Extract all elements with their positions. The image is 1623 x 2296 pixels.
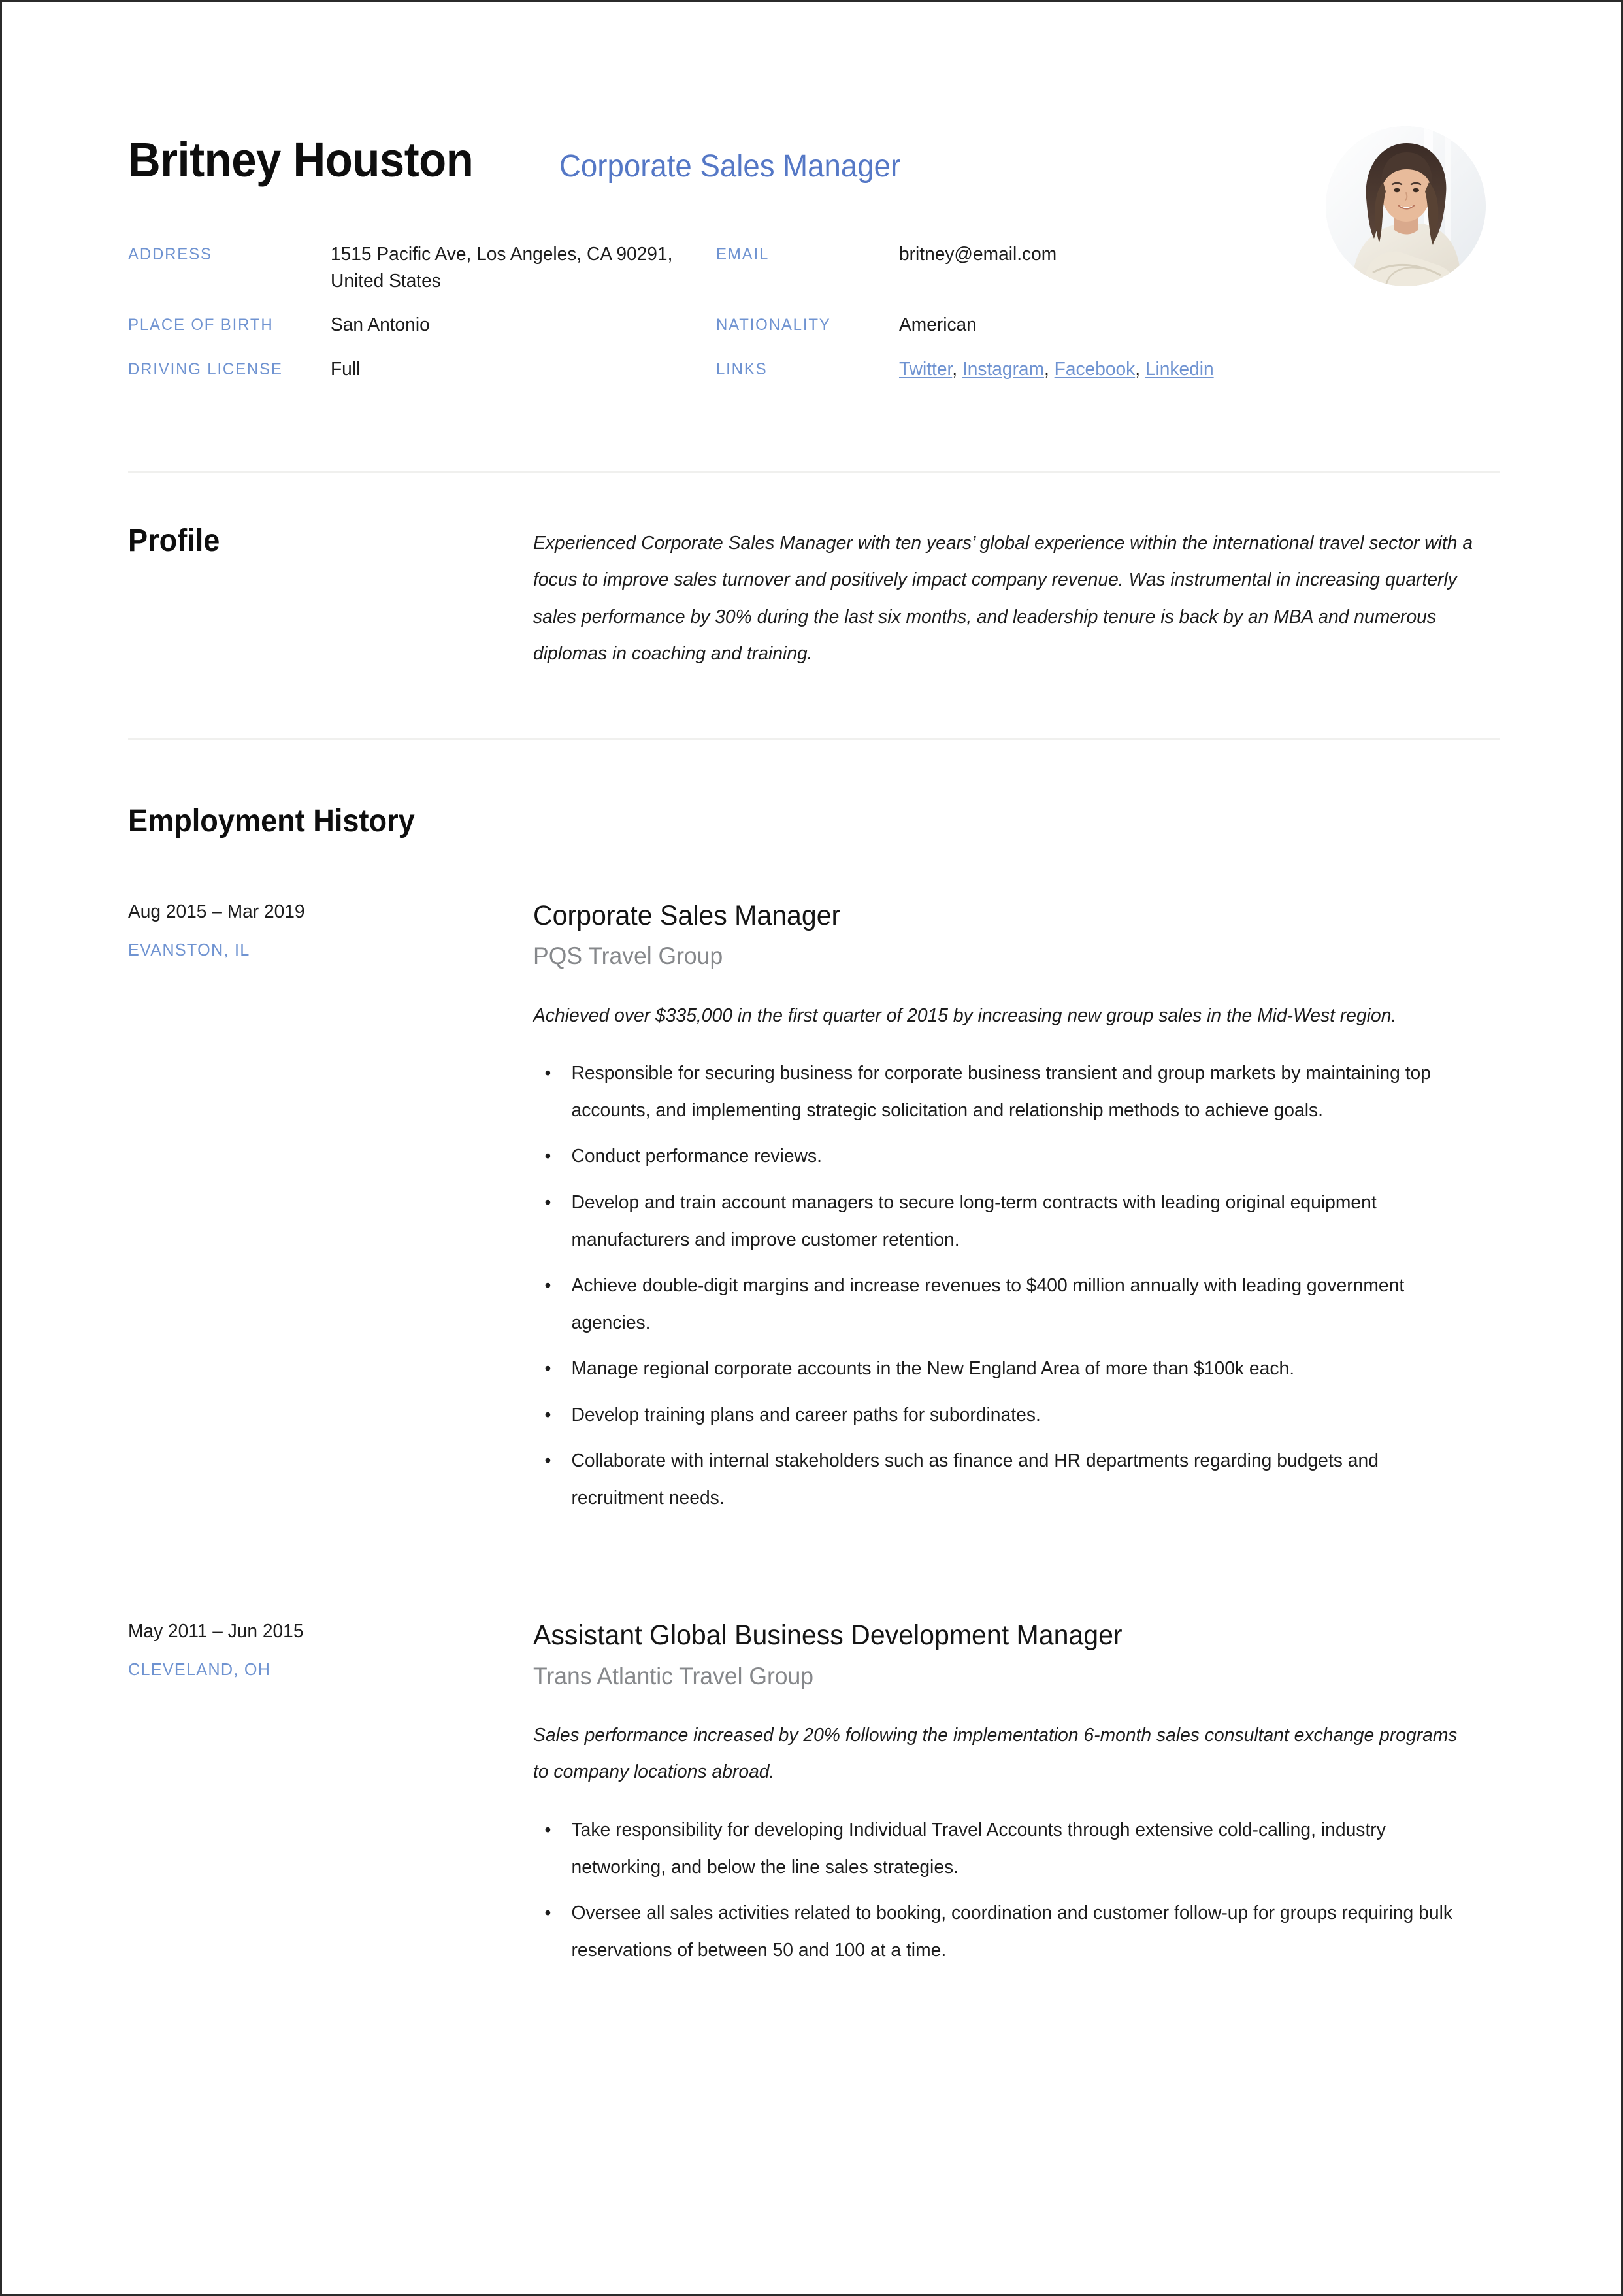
job-bullet: Achieve double-digit margins and increas… <box>533 1267 1476 1341</box>
resume-page: Britney Houston Corporate Sales Manager <box>0 0 1623 2296</box>
job-bullet: Take responsibility for developing Indiv… <box>533 1812 1476 1886</box>
address-label: Address <box>128 245 212 263</box>
link-linkedin[interactable]: Linkedin <box>1145 359 1214 380</box>
job-bullet: Responsible for securing business for co… <box>533 1055 1476 1129</box>
links-label-cell: Links <box>716 359 768 378</box>
divider-employment <box>128 737 1500 740</box>
links-value: Twitter, Instagram, Facebook, Linkedin <box>899 356 1482 400</box>
link-facebook[interactable]: Facebook <box>1055 359 1136 380</box>
job-bullet: Collaborate with internal stakeholders s… <box>533 1442 1476 1516</box>
profile-text: Experienced Corporate Sales Manager with… <box>533 532 1473 665</box>
email-value: britney@email.com <box>899 244 1057 265</box>
employment-heading: Employment History <box>128 803 415 839</box>
job-bullet-list: Responsible for securing business for co… <box>533 1055 1500 1516</box>
job-bullet-list: Take responsibility for developing Indiv… <box>533 1812 1500 1969</box>
link-separator: , <box>1044 358 1055 380</box>
contact-details: Address 1515 Pacific Ave, Los Angeles, C… <box>128 241 1500 400</box>
resume-header: Britney Houston Corporate Sales Manager <box>128 2 1500 400</box>
job-meta: Aug 2015 – Mar 2019 Evanston, IL <box>128 900 533 1525</box>
name-title-row: Britney Houston Corporate Sales Manager <box>128 136 1500 184</box>
nationality-label: Nationality <box>716 316 831 335</box>
link-separator: , <box>952 358 962 380</box>
job-bullet: Oversee all sales activities related to … <box>533 1895 1476 1969</box>
place-of-birth-label: Place of birth <box>128 316 274 335</box>
candidate-job-title: Corporate Sales Manager <box>559 149 901 184</box>
employment-section: Employment History Aug 2015 – Mar 2019 E… <box>128 805 1500 1978</box>
address-value: 1515 Pacific Ave, Los Angeles, CA 90291,… <box>331 244 673 292</box>
job-company: Trans Atlantic Travel Group <box>533 1662 814 1689</box>
job-dates: May 2011 – Jun 2015 <box>128 1621 304 1642</box>
job-bullet: Develop and train account managers to se… <box>533 1184 1476 1258</box>
link-twitter[interactable]: Twitter <box>899 359 952 380</box>
link-instagram[interactable]: Instagram <box>962 359 1044 380</box>
job-bullet: Manage regional corporate accounts in th… <box>533 1350 1476 1388</box>
job-entry: May 2011 – Jun 2015 Cleveland, OH Assist… <box>128 1620 1500 1978</box>
nationality-value: American <box>899 314 977 336</box>
resume-content: Britney Houston Corporate Sales Manager <box>128 2 1500 1978</box>
job-summary: Achieved over $335,000 in the first quar… <box>533 1005 1397 1026</box>
job-role: Corporate Sales Manager <box>533 900 841 932</box>
job-role: Assistant Global Business Development Ma… <box>533 1620 1123 1652</box>
job-company: PQS Travel Group <box>533 942 723 970</box>
job-body: Assistant Global Business Development Ma… <box>533 1620 1500 1978</box>
job-entry: Aug 2015 – Mar 2019 Evanston, IL Corpora… <box>128 900 1500 1525</box>
job-location: Evanston, IL <box>128 939 250 959</box>
driving-license-label: Driving license <box>128 359 283 378</box>
place-of-birth-value: San Antonio <box>331 314 430 336</box>
job-bullet: Develop training plans and career paths … <box>533 1397 1476 1434</box>
link-separator: , <box>1135 358 1145 380</box>
job-body: Corporate Sales Manager PQS Travel Group… <box>533 900 1500 1525</box>
profile-section: Profile Experienced Corporate Sales Mana… <box>128 523 1500 673</box>
job-dates: Aug 2015 – Mar 2019 <box>128 901 305 923</box>
divider-profile <box>128 470 1500 473</box>
job-summary: Sales performance increased by 20% follo… <box>533 1724 1458 1783</box>
email-label: Email <box>716 245 770 263</box>
job-bullet: Conduct performance reviews. <box>533 1138 1476 1175</box>
job-location: Cleveland, OH <box>128 1659 271 1680</box>
driving-license-value: Full <box>331 358 361 380</box>
candidate-name: Britney Houston <box>128 133 474 187</box>
profile-heading: Profile <box>128 523 220 558</box>
job-meta: May 2011 – Jun 2015 Cleveland, OH <box>128 1620 533 1978</box>
